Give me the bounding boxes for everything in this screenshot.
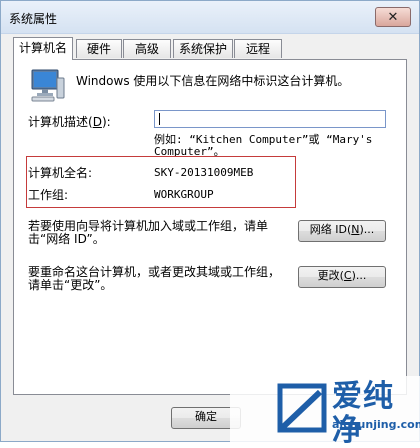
tab-system-protection[interactable]: 系统保护 (173, 39, 233, 58)
text-caret (159, 113, 160, 125)
tab-advanced[interactable]: 高级 (123, 39, 171, 58)
full-name-label: 计算机全名: (28, 166, 93, 180)
close-icon: ✕ (387, 9, 399, 25)
rename-text: 要重命名这台计算机，或者更改其域或工作组， 请单击“更改”。 (28, 266, 298, 292)
description-label-end: ): (101, 115, 111, 129)
description-label-accesskey: D (92, 115, 102, 129)
network-id-text: 若要使用向导将计算机加入域或工作组，请单 击“网络 ID”。 (28, 220, 298, 246)
close-button[interactable]: ✕ (375, 7, 411, 27)
network-id-text-line-2: 击“网络 ID”。 (28, 232, 105, 246)
window-title: 系统属性 (9, 12, 58, 26)
change-button[interactable]: 更改(C)... (298, 266, 386, 288)
description-label: 计算机描述(D): (28, 113, 111, 130)
workgroup-value: WORKGROUP (154, 188, 214, 201)
network-id-button-end: )... (359, 223, 375, 236)
brand-logo-icon (277, 383, 327, 433)
change-button-end: )... (351, 269, 367, 282)
tab-computer-name[interactable]: 计算机名 (13, 37, 73, 60)
workgroup-label: 工作组: (28, 188, 69, 202)
tab-hardware[interactable]: 硬件 (76, 39, 122, 58)
title-bar[interactable]: 系统属性 ✕ (1, 1, 419, 34)
network-id-button[interactable]: 网络 ID(N)... (298, 220, 386, 242)
computer-description-input[interactable] (154, 110, 386, 128)
change-button-accesskey: C (343, 269, 352, 282)
description-label-text: 计算机描述( (28, 115, 93, 129)
network-id-button-text: 网络 ID( (309, 223, 352, 236)
rename-text-line-2: 请单击“更改”。 (28, 278, 113, 292)
description-example: 例如: “Kitchen Computer”或 “Mary's Computer… (154, 134, 394, 158)
computer-name-panel: Windows 使用以下信息在网络中标识这台计算机。 计算机描述(D): 例如:… (13, 59, 407, 395)
watermark: 爱纯净 aichunjing.com (230, 376, 420, 448)
brand-name: 爱纯净 (332, 379, 394, 448)
intro-text: Windows 使用以下信息在网络中标识这台计算机。 (76, 74, 350, 88)
tab-remote[interactable]: 远程 (234, 39, 282, 58)
brand-url: aichunjing.com (332, 418, 420, 431)
computer-icon (30, 68, 66, 102)
full-name-value: SKY-20131009MEB (154, 166, 254, 179)
change-button-text: 更改( (317, 269, 344, 282)
